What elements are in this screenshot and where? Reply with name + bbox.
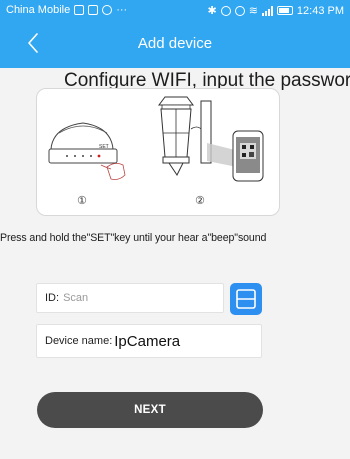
more-notifications-icon: ··· [116,4,128,16]
device-id-label: ID: [45,292,60,304]
device-name-label: Device name: [45,335,113,347]
alarm-icon [220,5,231,16]
image-notification-icon [88,5,99,15]
device-name-value[interactable]: IpCamera [114,333,180,350]
set-key-label: SET [99,144,109,150]
signal-icon [261,5,273,16]
device-id-field-row: ID: [36,283,224,313]
page-title: Add device [137,35,213,52]
camera-base-drawing: SET [48,122,126,180]
status-bar-right: ✱ ≋ 12:43 PM [207,4,344,18]
nav-bar: Add device [0,20,350,68]
battery-icon [276,6,293,15]
setup-illustration: SET ① ② [36,88,280,216]
wifi-icon: ≋ [248,5,258,17]
clock: 12:43 PM [296,4,344,17]
device-id-input[interactable] [63,292,204,304]
scan-qr-button[interactable] [230,283,262,315]
vibrate-icon [234,5,245,16]
bluetooth-icon: ✱ [207,5,217,17]
status-bar: China Mobile ··· ✱ ≋ 12:43 PM [0,0,350,20]
carrier-name: China Mobile [6,4,71,16]
step-2-number: ② [195,194,205,207]
status-bar-left: China Mobile ··· [6,4,127,16]
phone-drawing [232,130,264,182]
notification-icon [74,5,85,15]
instruction-text: Press and hold the"SET"key until your he… [0,232,267,244]
scan-icon [236,289,256,309]
setup-diagram: SET ① ② [48,96,264,207]
location-icon [102,5,113,15]
next-button[interactable]: NEXT [37,392,263,428]
step-1-number: ① [77,194,87,207]
device-name-field-row[interactable]: Device name: IpCamera [36,324,262,358]
